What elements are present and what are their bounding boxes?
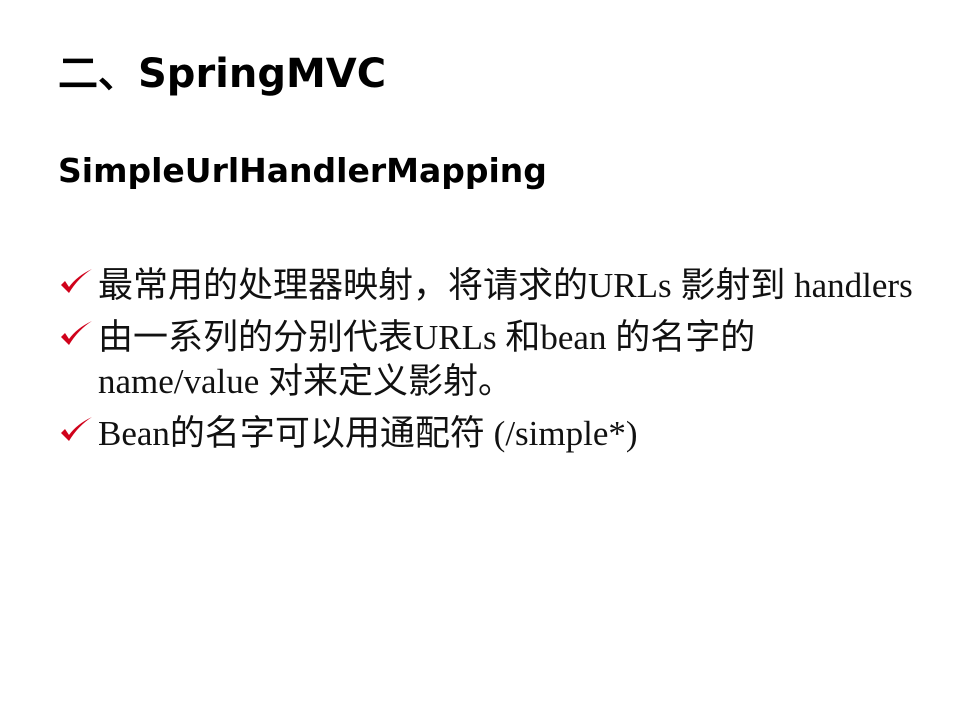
- slide-title: 二、SpringMVC: [58, 51, 387, 97]
- bullet-item: 最常用的处理器映射，将请求的URLs 影射到 handlers: [58, 264, 918, 308]
- bullet-text: 最常用的处理器映射，将请求的URLs 影射到 handlers: [98, 266, 913, 305]
- bullet-text: Bean的名字可以用通配符 (/simple*): [98, 414, 638, 453]
- bullet-item: 由一系列的分别代表URLs 和bean 的名字的 name/value 对来定义…: [58, 316, 918, 404]
- checkmark-icon: [58, 318, 94, 354]
- checkmark-icon: [58, 414, 94, 450]
- bullet-item: Bean的名字可以用通配符 (/simple*): [58, 412, 918, 456]
- slide-subtitle: SimpleUrlHandlerMapping: [58, 151, 547, 190]
- checkmark-icon: [58, 266, 94, 302]
- bullet-list: 最常用的处理器映射，将请求的URLs 影射到 handlers 由一系列的分别代…: [58, 264, 918, 464]
- slide: 二、SpringMVC SimpleUrlHandlerMapping 最常用的…: [0, 0, 960, 720]
- bullet-text: 由一系列的分别代表URLs 和bean 的名字的 name/value 对来定义…: [98, 318, 756, 401]
